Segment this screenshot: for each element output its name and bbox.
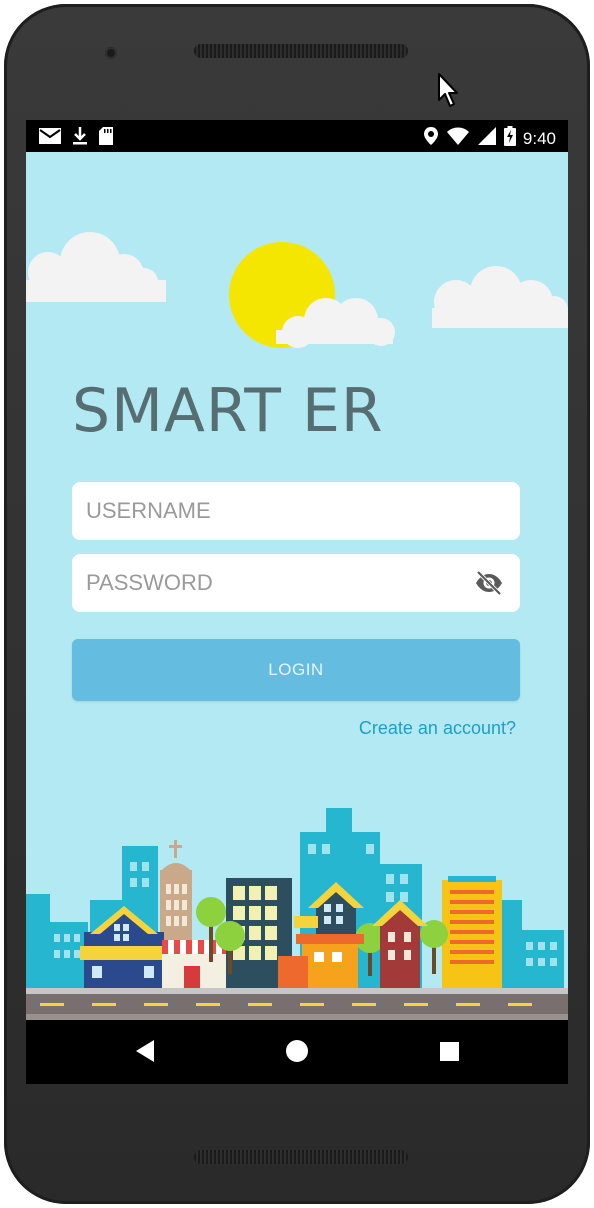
city-skyline-illustration (26, 808, 568, 1020)
home-icon[interactable] (285, 1038, 309, 1069)
download-icon (72, 126, 88, 151)
earpiece-speaker (194, 44, 408, 58)
back-icon[interactable] (134, 1038, 156, 1069)
battery-charging-icon (503, 126, 516, 151)
password-field[interactable] (72, 554, 520, 612)
password-input[interactable] (72, 554, 466, 612)
front-camera (105, 47, 117, 59)
username-input[interactable] (72, 482, 466, 540)
mouse-pointer-icon (438, 73, 458, 107)
login-button[interactable]: LOGIN (72, 639, 520, 701)
signal-icon (477, 126, 497, 151)
cloud-left (26, 232, 166, 302)
status-bar: 9:40 (26, 120, 568, 152)
location-icon (423, 126, 439, 151)
sd-card-icon (98, 126, 114, 151)
wifi-icon (446, 126, 470, 151)
device-screen: 9:40 SMART ER USERNAME LOGIN Create an a… (26, 120, 568, 1084)
visibility-off-icon[interactable] (474, 570, 504, 596)
app-title: SMART ER (72, 376, 384, 446)
bottom-speaker (194, 1150, 408, 1164)
navigation-bar (26, 1020, 568, 1084)
status-time: 9:40 (522, 128, 556, 148)
gmail-icon (38, 126, 62, 151)
recents-icon[interactable] (439, 1038, 461, 1069)
sun-and-clouds (26, 232, 568, 348)
cloud-right (432, 266, 568, 328)
username-field[interactable] (72, 482, 520, 540)
create-account-link[interactable]: Create an account? (359, 718, 516, 739)
